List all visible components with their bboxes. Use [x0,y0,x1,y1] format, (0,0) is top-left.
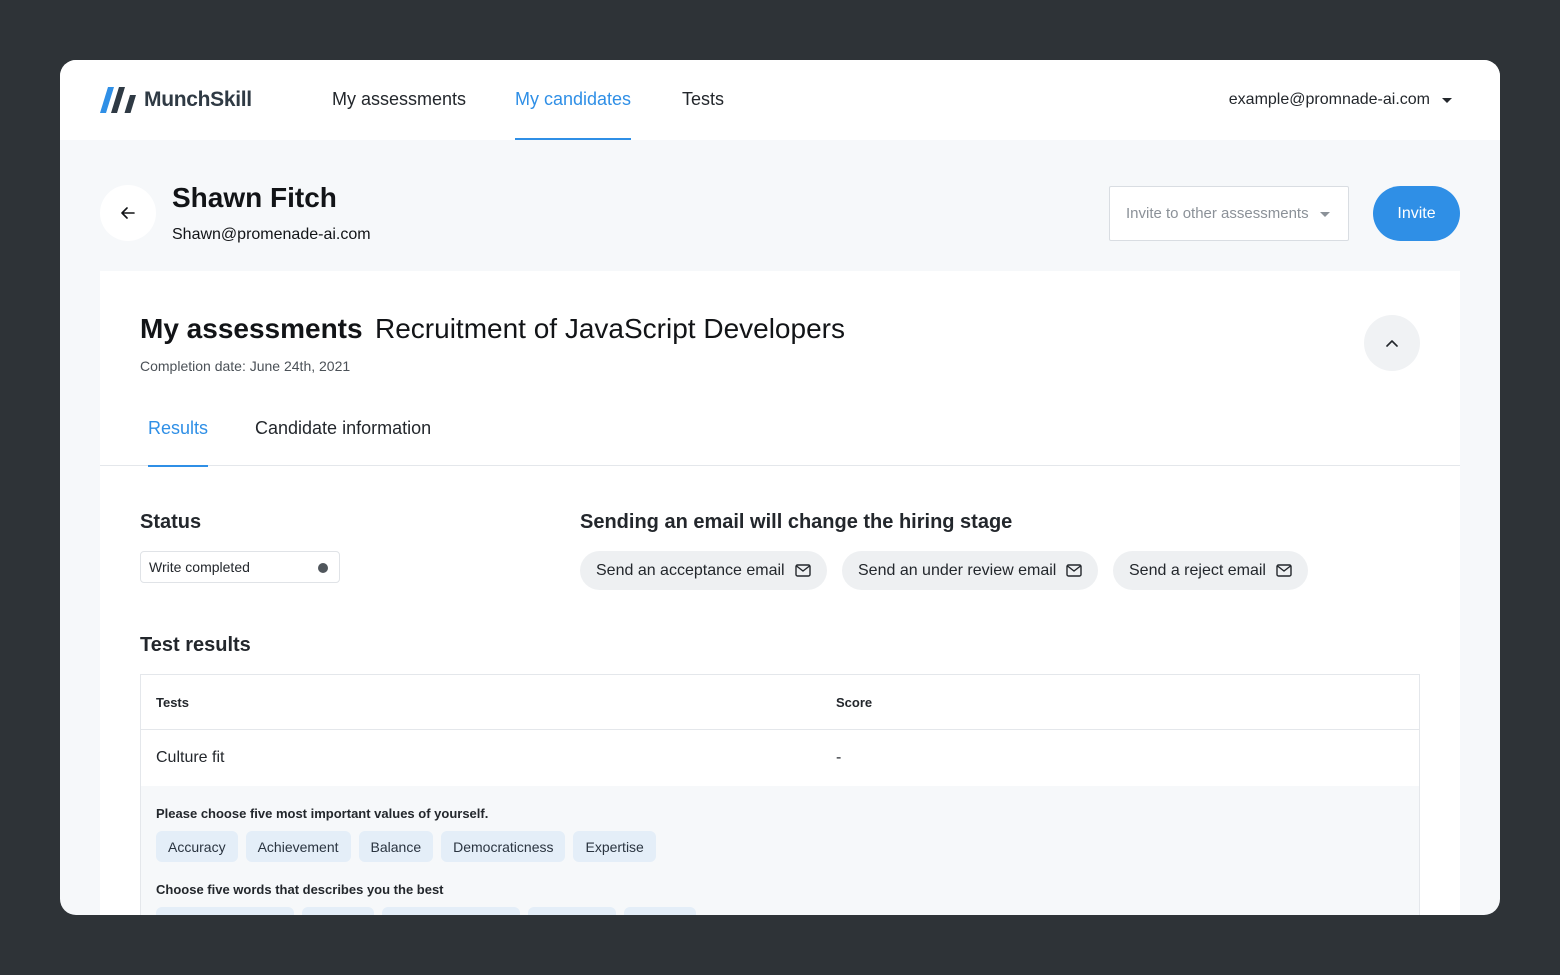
button-label: Send an under review email [858,561,1057,579]
brand-name: MunchSkill [144,88,252,111]
column-header-tests: Tests [156,695,189,710]
send-under-review-email-button[interactable]: Send an under review email [842,551,1099,590]
answer-chip [302,907,374,915]
table-header-row: Tests Score [141,675,1419,730]
email-section-title: Sending an email will change the hiring … [580,511,1013,533]
status-select[interactable]: Write completed [140,551,340,583]
brand-logo[interactable]: MunchSkill [100,86,252,114]
score-cell: - [836,749,842,766]
assessment-section-title: My assessments [140,313,363,344]
test-detail-panel: Please choose five most important values… [141,786,1419,915]
test-name-cell: Culture fit [156,749,225,766]
answer-chip: Democraticness [441,831,566,862]
top-navigation: MunchSkill My assessments My candidates … [60,60,1500,140]
chevron-up-icon [1386,340,1398,347]
candidate-name: Shawn Fitch [172,182,337,213]
send-reject-email-button[interactable]: Send a reject email [1113,551,1308,590]
button-label: Send an acceptance email [596,561,785,579]
assessment-card-header: My assessments Recruitment of JavaScript… [100,271,1460,467]
user-email: example@promnade-ai.com [1228,91,1430,108]
send-acceptance-email-button[interactable]: Send an acceptance email [580,551,827,590]
assessment-name: Recruitment of JavaScript Developers [375,313,845,344]
nav-my-candidates[interactable]: My candidates [515,60,632,140]
status-title: Status [140,511,202,533]
answer-chip-list: Accuracy Achievement Balance Democraticn… [156,831,656,862]
back-button[interactable] [100,185,156,241]
column-header-score: Score [836,695,873,710]
mail-icon [794,564,811,577]
tab-results[interactable]: Results [148,407,209,467]
invite-select-placeholder: Invite to other assessments [1126,205,1309,222]
user-menu[interactable]: example@promnade-ai.com [1229,60,1452,140]
answer-chip: Expertise [573,831,656,862]
caret-down-icon [1320,212,1330,217]
test-results-title: Test results [140,634,251,656]
arrow-left-icon [121,207,135,219]
answer-chip [156,907,294,915]
candidate-email: Shawn@promenade-ai.com [172,226,371,243]
question-text: Choose five words that describes you the… [156,882,444,897]
status-value: Write completed [149,559,250,575]
completion-date: Completion date: June 24th, 2021 [140,358,351,374]
question-text: Please choose five most important values… [156,806,489,821]
invite-button[interactable]: Invite [1373,186,1460,241]
status-dot-icon [318,563,328,573]
answer-chip: Achievement [245,831,351,862]
invite-assessment-select[interactable]: Invite to other assessments [1109,186,1349,241]
mail-icon [1066,564,1083,577]
button-label: Send a reject email [1129,561,1266,579]
assessment-card: My assessments Recruitment of JavaScript… [100,271,1460,915]
tab-candidate-information[interactable]: Candidate information [255,407,431,467]
collapse-button[interactable] [1364,315,1420,371]
caret-down-icon [1442,97,1452,103]
table-row[interactable]: Culture fit - [141,730,1419,786]
app-window: MunchSkill My assessments My candidates … [60,60,1500,915]
answer-chip [528,907,616,915]
answer-chip: Accuracy [156,831,238,862]
answer-chip [624,907,696,915]
mail-icon [1276,564,1292,577]
nav-tests[interactable]: Tests [682,60,724,140]
nav-my-assessments[interactable]: My assessments [332,60,466,140]
munchskill-logo-icon [100,87,136,113]
test-results-table: Tests Score Culture fit - Please choose … [140,674,1420,915]
answer-chip [382,907,520,915]
answer-chip: Balance [358,831,434,862]
answer-chip-list [156,907,696,915]
